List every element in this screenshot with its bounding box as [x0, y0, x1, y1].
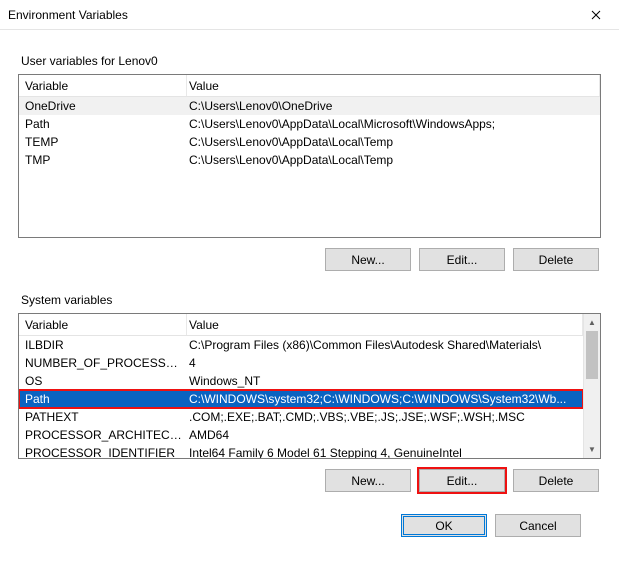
- system-vars-list[interactable]: Variable Value ILBDIR C:\Program Files (…: [18, 313, 601, 459]
- scroll-track[interactable]: [584, 331, 600, 441]
- user-vars-buttons: New... Edit... Delete: [18, 248, 599, 271]
- table-row[interactable]: OS Windows_NT: [19, 372, 583, 390]
- system-new-button[interactable]: New...: [325, 469, 411, 492]
- system-vars-header[interactable]: Variable Value: [19, 314, 583, 336]
- table-row[interactable]: PATHEXT .COM;.EXE;.BAT;.CMD;.VBS;.VBE;.J…: [19, 408, 583, 426]
- dialog-content: User variables for Lenov0 Variable Value…: [0, 30, 619, 537]
- close-icon: [591, 10, 601, 20]
- user-vars-header[interactable]: Variable Value: [19, 75, 600, 97]
- titlebar: Environment Variables: [0, 0, 619, 30]
- scrollbar[interactable]: ▲ ▼: [583, 314, 600, 458]
- user-vars-label: User variables for Lenov0: [21, 54, 601, 68]
- table-row[interactable]: PROCESSOR_ARCHITECTURE AMD64: [19, 426, 583, 444]
- system-delete-button[interactable]: Delete: [513, 469, 599, 492]
- ok-button[interactable]: OK: [401, 514, 487, 537]
- user-delete-button[interactable]: Delete: [513, 248, 599, 271]
- table-row[interactable]: ILBDIR C:\Program Files (x86)\Common Fil…: [19, 336, 583, 354]
- dialog-footer: OK Cancel: [18, 514, 581, 537]
- window-title: Environment Variables: [8, 8, 128, 22]
- table-row[interactable]: TEMP C:\Users\Lenov0\AppData\Local\Temp: [19, 133, 600, 151]
- system-edit-button[interactable]: Edit...: [419, 469, 505, 492]
- table-row[interactable]: NUMBER_OF_PROCESSORS 4: [19, 354, 583, 372]
- user-edit-button[interactable]: Edit...: [419, 248, 505, 271]
- scroll-up-icon[interactable]: ▲: [584, 314, 600, 331]
- table-row[interactable]: Path C:\Users\Lenov0\AppData\Local\Micro…: [19, 115, 600, 133]
- scroll-down-icon[interactable]: ▼: [584, 441, 600, 458]
- table-row[interactable]: TMP C:\Users\Lenov0\AppData\Local\Temp: [19, 151, 600, 169]
- cancel-button[interactable]: Cancel: [495, 514, 581, 537]
- system-vars-label: System variables: [21, 293, 601, 307]
- system-vars-buttons: New... Edit... Delete: [18, 469, 599, 492]
- col-header-value[interactable]: Value: [187, 75, 600, 96]
- col-header-variable[interactable]: Variable: [19, 314, 187, 335]
- table-row[interactable]: PROCESSOR_IDENTIFIER Intel64 Family 6 Mo…: [19, 444, 583, 458]
- user-vars-list[interactable]: Variable Value OneDrive C:\Users\Lenov0\…: [18, 74, 601, 238]
- scroll-thumb[interactable]: [586, 331, 598, 379]
- col-header-variable[interactable]: Variable: [19, 75, 187, 96]
- user-new-button[interactable]: New...: [325, 248, 411, 271]
- col-header-value[interactable]: Value: [187, 314, 583, 335]
- table-row[interactable]: OneDrive C:\Users\Lenov0\OneDrive: [19, 97, 600, 115]
- close-button[interactable]: [573, 0, 619, 30]
- table-row-selected[interactable]: Path C:\WINDOWS\system32;C:\WINDOWS;C:\W…: [19, 390, 583, 408]
